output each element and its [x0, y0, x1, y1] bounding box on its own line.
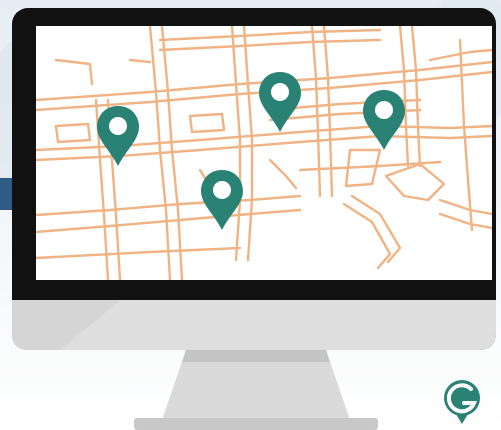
monitor-stand-base — [134, 418, 378, 430]
illustration-stage — [0, 0, 501, 430]
monitor-map-illustration — [0, 0, 501, 430]
monitor-stand-shadow — [182, 350, 330, 362]
monitor-screen — [36, 26, 492, 280]
